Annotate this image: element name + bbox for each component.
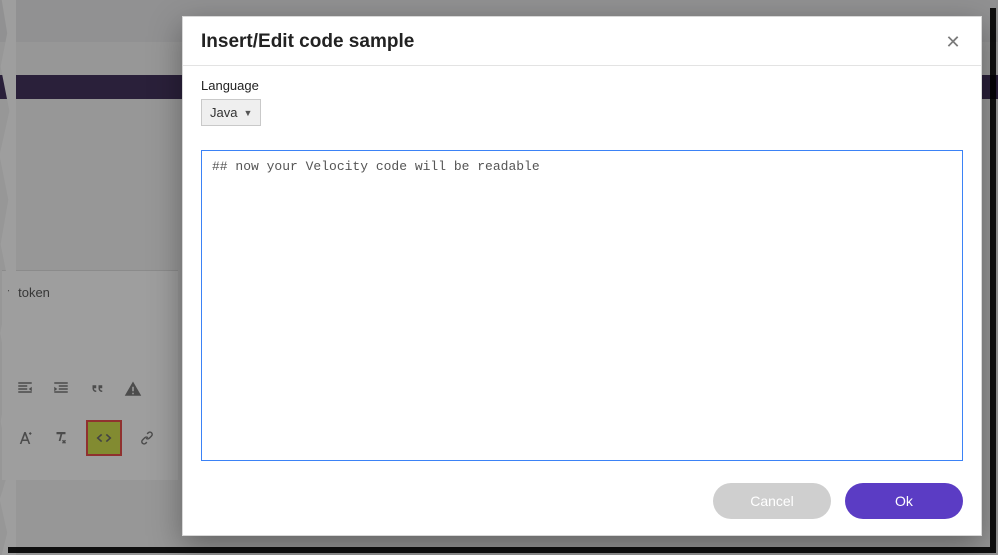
code-textarea[interactable] (201, 150, 963, 461)
close-icon: ✕ (945, 33, 960, 51)
language-select[interactable]: Java ▼ (201, 99, 261, 126)
close-button[interactable]: ✕ (943, 32, 963, 52)
language-value: Java (210, 105, 237, 120)
ok-button[interactable]: Ok (845, 483, 963, 519)
dialog-header: Insert/Edit code sample ✕ (183, 17, 981, 66)
dialog-title: Insert/Edit code sample (201, 31, 414, 53)
dialog-footer: Cancel Ok (183, 469, 981, 535)
code-sample-dialog: Insert/Edit code sample ✕ Language Java … (182, 16, 982, 536)
language-label: Language (201, 78, 963, 93)
stage: y token (0, 0, 998, 555)
dialog-body: Language Java ▼ (183, 66, 981, 469)
caret-down-icon: ▼ (243, 108, 252, 118)
cancel-button[interactable]: Cancel (713, 483, 831, 519)
